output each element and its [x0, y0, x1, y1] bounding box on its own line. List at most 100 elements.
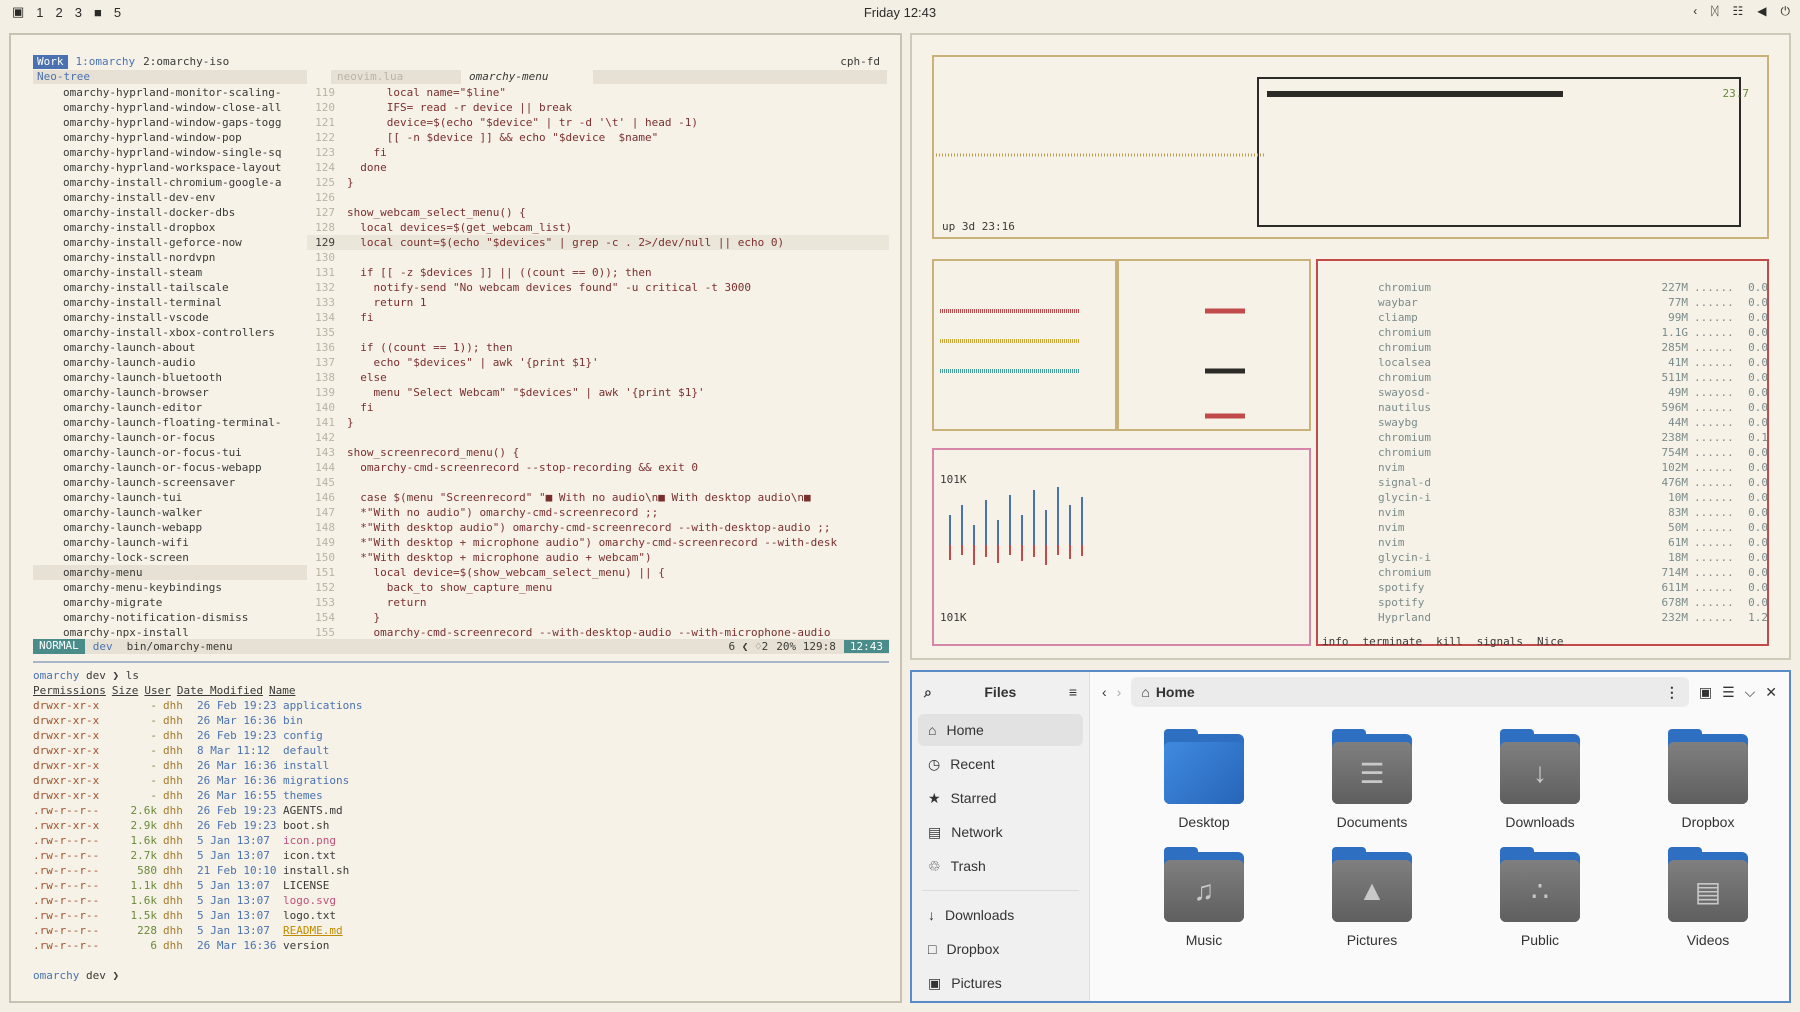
- network-icon[interactable]: ☷: [1733, 4, 1744, 19]
- proc-nice[interactable]: Nice: [1537, 635, 1564, 648]
- code-line[interactable]: 124 done: [307, 160, 889, 175]
- folder-tile[interactable]: ☰ Documents: [1288, 729, 1456, 830]
- volume-icon[interactable]: ◀: [1757, 4, 1766, 19]
- code-line[interactable]: 137 echo "$devices" | awk '{print $1}': [307, 355, 889, 370]
- code-line[interactable]: 132 notify-send "No webcam devices found…: [307, 280, 889, 295]
- code-line[interactable]: 139 menu "Select Webcam" "$devices" | aw…: [307, 385, 889, 400]
- code-line[interactable]: 147 *"With no audio") omarchy-cmd-screen…: [307, 505, 889, 520]
- tree-item[interactable]: omarchy-menu: [33, 565, 307, 580]
- code-line[interactable]: 142: [307, 430, 889, 445]
- tree-item[interactable]: omarchy-launch-tui: [33, 490, 307, 505]
- process-row[interactable]: chromium 714M...... 0.0: [1378, 565, 1778, 580]
- code-line[interactable]: 120 IFS= read -r device || break: [307, 100, 889, 115]
- code-line[interactable]: 125}: [307, 175, 889, 190]
- code-line[interactable]: 136 if ((count == 1)); then: [307, 340, 889, 355]
- bluetooth-icon[interactable]: ᛞ: [1711, 4, 1718, 19]
- view-list-icon[interactable]: ☰: [1722, 684, 1735, 701]
- tree-item[interactable]: omarchy-launch-webapp: [33, 520, 307, 535]
- code-line[interactable]: 144 omarchy-cmd-screenrecord --stop-reco…: [307, 460, 889, 475]
- process-row[interactable]: nautilus 596M...... 0.0: [1378, 400, 1778, 415]
- new-folder-icon[interactable]: ▣: [1699, 684, 1712, 701]
- files-window[interactable]: ⌕ Files ≡ ⌂ Home ◷ Recent ★ Starred ▤ Networ…: [910, 670, 1791, 1003]
- code-line[interactable]: 152 back_to show_capture_menu: [307, 580, 889, 595]
- code-line[interactable]: 133 return 1: [307, 295, 889, 310]
- menu-icon[interactable]: ≡: [1069, 684, 1077, 700]
- process-row[interactable]: chromium 511M...... 0.0: [1378, 370, 1778, 385]
- process-row[interactable]: chromium 227M...... 0.0: [1378, 280, 1778, 295]
- process-row[interactable]: waybar 77M...... 0.0: [1378, 295, 1778, 310]
- tree-item[interactable]: omarchy-hyprland-window-gaps-togg: [33, 115, 307, 130]
- folder-tile[interactable]: Desktop: [1120, 729, 1288, 830]
- code-line[interactable]: 155 omarchy-cmd-screenrecord --with-desk…: [307, 625, 889, 640]
- tree-item[interactable]: omarchy-launch-screensaver: [33, 475, 307, 490]
- sidebar-item-pictures[interactable]: ▣ Pictures: [918, 967, 1083, 999]
- process-row[interactable]: localsea 41M...... 0.0: [1378, 355, 1778, 370]
- code-line[interactable]: 119 local name="$line": [307, 85, 889, 100]
- tmux-window-1[interactable]: 1:omarchy: [76, 55, 136, 69]
- code-line[interactable]: 141}: [307, 415, 889, 430]
- tree-item[interactable]: omarchy-install-geforce-now: [33, 235, 307, 250]
- tree-item[interactable]: omarchy-install-docker-dbs: [33, 205, 307, 220]
- power-icon[interactable]: ⏻: [1781, 4, 1791, 19]
- process-row[interactable]: nvim 61M...... 0.0: [1378, 535, 1778, 550]
- tree-item[interactable]: omarchy-launch-floating-terminal-: [33, 415, 307, 430]
- sidebar-item-downloads[interactable]: ↓ Downloads: [918, 899, 1083, 931]
- workspace-1[interactable]: 1: [36, 5, 43, 20]
- code-line[interactable]: 135: [307, 325, 889, 340]
- sidebar-item-trash[interactable]: ♲ Trash: [918, 850, 1083, 882]
- code-line[interactable]: 150 *"With desktop + microphone audio + …: [307, 550, 889, 565]
- tmux-window-2[interactable]: 2:omarchy-iso: [143, 55, 229, 69]
- kebab-menu-icon[interactable]: ⋮: [1665, 684, 1679, 701]
- code-line[interactable]: 153 return: [307, 595, 889, 610]
- code-line[interactable]: 129 local count=$(echo "$devices" | grep…: [307, 235, 889, 250]
- tree-item[interactable]: omarchy-install-dev-env: [33, 190, 307, 205]
- tree-item[interactable]: omarchy-hyprland-window-close-all: [33, 100, 307, 115]
- shell-output[interactable]: omarchy dev ❯ ls Permissions Size User Date…: [33, 668, 889, 983]
- process-row[interactable]: spotify 611M...... 0.0: [1378, 580, 1778, 595]
- code-line[interactable]: 145: [307, 475, 889, 490]
- proc-kill[interactable]: kill: [1436, 635, 1463, 648]
- forward-icon[interactable]: ›: [1117, 684, 1122, 700]
- tree-item[interactable]: omarchy-migrate: [33, 595, 307, 610]
- process-row[interactable]: chromium 238M...... 0.1: [1378, 430, 1778, 445]
- sidebar-item-recent[interactable]: ◷ Recent: [918, 748, 1083, 780]
- code-line[interactable]: 140 fi: [307, 400, 889, 415]
- tree-item[interactable]: omarchy-launch-walker: [33, 505, 307, 520]
- code-line[interactable]: 146 case $(menu "Screenrecord" "■ With n…: [307, 490, 889, 505]
- workspace-3[interactable]: 3: [75, 5, 82, 20]
- code-line[interactable]: 138 else: [307, 370, 889, 385]
- proc-terminate[interactable]: terminate: [1363, 635, 1423, 648]
- code-line[interactable]: 148 *"With desktop audio") omarchy-cmd-s…: [307, 520, 889, 535]
- tree-item[interactable]: omarchy-hyprland-window-single-sq: [33, 145, 307, 160]
- tree-item[interactable]: omarchy-install-xbox-controllers: [33, 325, 307, 340]
- tree-item[interactable]: omarchy-npx-install: [33, 625, 307, 640]
- code-line[interactable]: 127 show_webcam_select_menu() {: [307, 205, 889, 220]
- sidebar-item-starred[interactable]: ★ Starred: [918, 782, 1083, 814]
- tree-item[interactable]: omarchy-launch-or-focus-webapp: [33, 460, 307, 475]
- code-editor[interactable]: 119 local name="$line" 120 IFS= read -r d…: [307, 85, 889, 640]
- workspace-2[interactable]: 2: [56, 5, 63, 20]
- chevron-left-icon[interactable]: ‹: [1693, 4, 1697, 19]
- tree-item[interactable]: omarchy-lock-screen: [33, 550, 307, 565]
- code-line[interactable]: 131 if [[ -z $devices ]] || ((count == 0…: [307, 265, 889, 280]
- tree-item[interactable]: omarchy-hyprland-workspace-layout: [33, 160, 307, 175]
- code-line[interactable]: 128 local devices=$(get_webcam_list): [307, 220, 889, 235]
- tree-item[interactable]: omarchy-install-nordvpn: [33, 250, 307, 265]
- tree-item[interactable]: omarchy-install-steam: [33, 265, 307, 280]
- workspace-overview-icon[interactable]: ▣: [12, 4, 24, 20]
- code-line[interactable]: 123 fi: [307, 145, 889, 160]
- sidebar-item-home[interactable]: ⌂ Home: [918, 714, 1083, 746]
- tree-item[interactable]: omarchy-install-vscode: [33, 310, 307, 325]
- proc-signals[interactable]: signals: [1477, 635, 1523, 648]
- tree-item[interactable]: omarchy-launch-about: [33, 340, 307, 355]
- sidebar-item-network[interactable]: ▤ Network: [918, 816, 1083, 848]
- code-line[interactable]: 151 local device=$(show_webcam_select_me…: [307, 565, 889, 580]
- process-row[interactable]: swaybg 44M...... 0.0: [1378, 415, 1778, 430]
- process-row[interactable]: chromium 1.1G...... 0.0: [1378, 325, 1778, 340]
- folder-tile[interactable]: ♫ Music: [1120, 847, 1288, 948]
- close-icon[interactable]: ✕: [1765, 684, 1777, 701]
- folder-tile[interactable]: ↓ Downloads: [1456, 729, 1624, 830]
- tree-item[interactable]: omarchy-hyprland-window-pop: [33, 130, 307, 145]
- process-row[interactable]: chromium 285M...... 0.0: [1378, 340, 1778, 355]
- code-line[interactable]: 154 }: [307, 610, 889, 625]
